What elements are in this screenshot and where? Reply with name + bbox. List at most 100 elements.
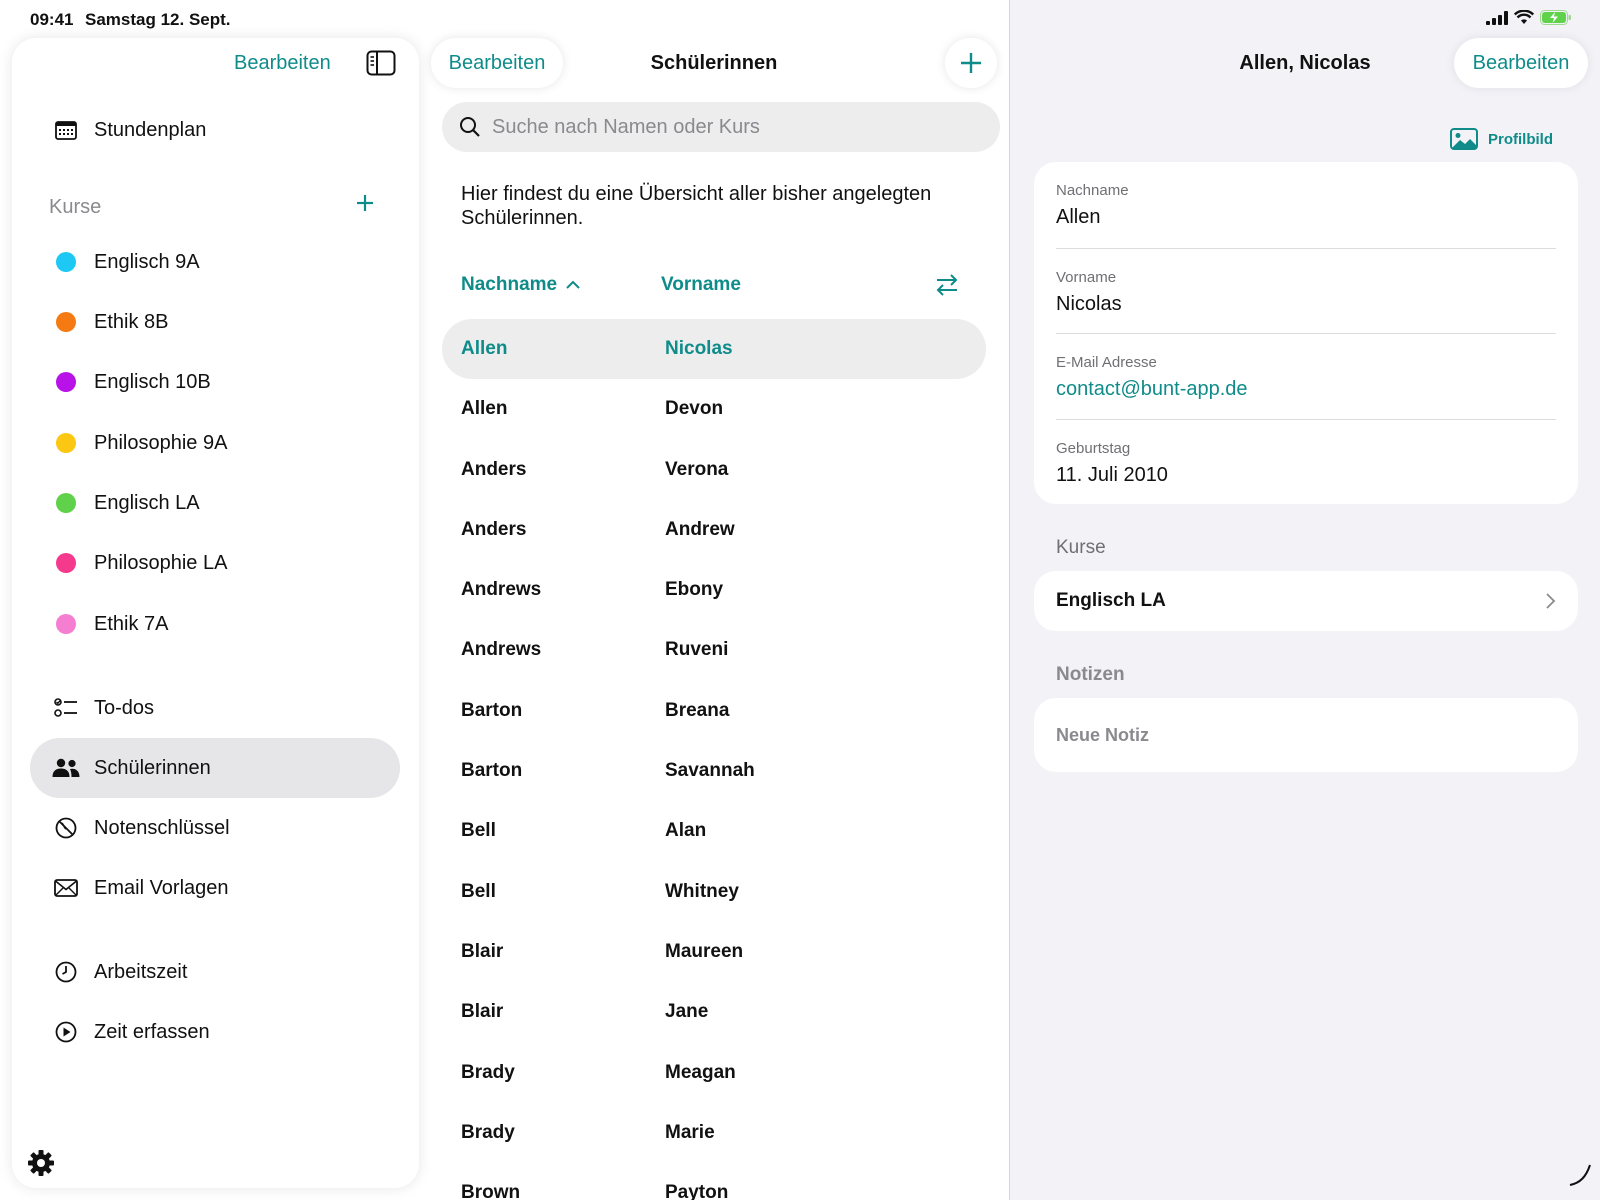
sidebar-item-notenschluessel[interactable]: Notenschlüssel — [30, 798, 400, 858]
table-row[interactable]: Blair Jane — [442, 982, 986, 1042]
course-label: Englisch 9A — [94, 250, 200, 273]
course-color-dot — [56, 553, 76, 573]
table-row[interactable]: Bell Whitney — [442, 862, 986, 922]
course-color-dot — [56, 252, 76, 272]
search-icon — [460, 117, 480, 137]
plus-icon — [961, 53, 981, 73]
sidebar-item-email-vorlagen[interactable]: Email Vorlagen — [30, 858, 400, 918]
table-row[interactable]: Bell Alan — [442, 801, 986, 861]
cell-firstname: Devon — [665, 398, 724, 420]
table-row[interactable]: Allen Nicolas — [442, 319, 986, 380]
cell-lastname: Andrews — [461, 579, 542, 601]
sidebar-edit-button[interactable]: Bearbeiten — [234, 52, 331, 75]
sidebar-course-philosophie-la[interactable]: Philosophie LA — [30, 533, 400, 593]
status-icons — [1486, 10, 1572, 25]
search-input[interactable] — [492, 115, 972, 139]
firstname-field[interactable]: Vorname Nicolas — [1056, 247, 1556, 334]
sidebar-course-philosophie-9a[interactable]: Philosophie 9A — [30, 413, 400, 473]
detail-notes-card: Neue Notiz — [1034, 698, 1578, 772]
course-color-dot — [56, 372, 76, 392]
new-note-button[interactable]: Neue Notiz — [1034, 698, 1578, 772]
student-info-card: Nachname Allen Vorname Nicolas E-Mail Ad… — [1034, 162, 1578, 504]
cell-firstname: Payton — [665, 1182, 729, 1200]
table-row[interactable]: Barton Savannah — [442, 741, 986, 801]
table-row[interactable]: Brady Meagan — [442, 1043, 986, 1103]
course-label: Ethik 7A — [94, 612, 169, 635]
email-field[interactable]: E-Mail Adresse contact@bunt-app.de — [1056, 333, 1556, 419]
sidebar-item-label: Notenschlüssel — [94, 816, 230, 839]
cell-firstname: Alan — [665, 820, 707, 842]
cell-firstname: Savannah — [665, 760, 755, 782]
chevron-right-icon — [1546, 593, 1556, 609]
birthday-field[interactable]: Geburtstag 11. Juli 2010 — [1056, 418, 1556, 505]
sidebar-course-englisch-10b[interactable]: Englisch 10B — [30, 352, 400, 412]
gear-icon[interactable] — [26, 1148, 56, 1178]
envelope-icon — [50, 879, 82, 897]
status-time: 09:41 — [30, 10, 74, 29]
profile-image-label: Profilbild — [1488, 130, 1553, 148]
table-row[interactable]: Allen Devon — [442, 379, 986, 439]
table-row[interactable]: Brady Marie — [442, 1103, 986, 1163]
profile-image-button[interactable]: Profilbild — [1450, 128, 1553, 150]
search-bar[interactable] — [442, 102, 1000, 152]
sidebar-item-zeit-erfassen[interactable]: Zeit erfassen — [30, 1002, 400, 1062]
sidebar-item-arbeitszeit[interactable]: Arbeitszeit — [30, 942, 400, 1002]
cell-firstname: Verona — [665, 458, 729, 480]
course-row-label: Englisch LA — [1056, 590, 1166, 611]
calendar-icon — [50, 120, 82, 140]
sidebar-item-schuelerinnen[interactable]: Schülerinnen — [30, 738, 400, 798]
cell-firstname: Maureen — [665, 940, 744, 962]
table-row[interactable]: Barton Breana — [442, 681, 986, 741]
column-header-firstname: Vorname — [661, 274, 741, 295]
course-color-dot — [56, 312, 76, 332]
resize-handle-icon — [1569, 1164, 1591, 1186]
students-table: Allen Nicolas Allen Devon Anders Verona … — [442, 319, 986, 1200]
sort-by-firstname-button[interactable]: Vorname — [661, 274, 741, 296]
course-label: Philosophie LA — [94, 551, 228, 574]
sidebar-course-ethik-7a[interactable]: Ethik 7A — [30, 594, 400, 654]
cell-lastname: Brady — [461, 1121, 515, 1143]
cell-firstname: Whitney — [665, 880, 739, 902]
students-edit-button[interactable]: Bearbeiten — [431, 38, 563, 88]
table-row[interactable]: Anders Andrew — [442, 500, 986, 560]
add-course-icon[interactable] — [350, 188, 380, 218]
cell-lastname: Bell — [461, 820, 496, 842]
cell-lastname: Anders — [461, 458, 527, 480]
status-date: Samstag 12. Sept. — [85, 10, 231, 29]
lastname-field[interactable]: Nachname Allen — [1056, 162, 1556, 248]
sidebar-course-ethik-8b[interactable]: Ethik 8B — [30, 292, 400, 352]
sidebar-item-label: Zeit erfassen — [94, 1020, 210, 1043]
sidebar-course-englisch-9a[interactable]: Englisch 9A — [30, 232, 400, 292]
sidebar-item-label: Email Vorlagen — [94, 876, 229, 899]
table-row[interactable]: Brown Payton — [442, 1163, 986, 1200]
sidebar: Bearbeiten Stundenplan Kurse Englisch 9A — [12, 38, 419, 1188]
cell-lastname: Blair — [461, 1001, 504, 1023]
table-row[interactable]: Andrews Ebony — [442, 560, 986, 620]
add-student-button[interactable] — [945, 38, 997, 88]
course-label: Englisch LA — [94, 491, 200, 514]
swap-sort-icon[interactable] — [934, 272, 960, 298]
sort-by-lastname-button[interactable]: Nachname — [461, 274, 581, 296]
table-row[interactable]: Andrews Ruveni — [442, 620, 986, 680]
cell-lastname: Brown — [461, 1182, 521, 1200]
detail-edit-button[interactable]: Bearbeiten — [1454, 38, 1588, 88]
cell-firstname: Jane — [665, 1001, 709, 1023]
email-link[interactable]: contact@bunt-app.de — [1056, 378, 1248, 401]
cell-lastname: Bell — [461, 880, 496, 902]
photo-icon — [1450, 128, 1478, 150]
column-header-lastname: Nachname — [461, 274, 558, 295]
cell-lastname: Blair — [461, 940, 504, 962]
table-row[interactable]: Blair Maureen — [442, 922, 986, 982]
sidebar-toggle-icon[interactable] — [366, 50, 396, 76]
table-row[interactable]: Anders Verona — [442, 440, 986, 500]
sidebar-course-englisch-la[interactable]: Englisch LA — [30, 473, 400, 533]
students-intro-text: Hier findest du eine Übersicht aller bis… — [461, 183, 932, 229]
course-row-englisch-la[interactable]: Englisch LA — [1034, 571, 1578, 631]
sidebar-item-stundenplan[interactable]: Stundenplan — [30, 100, 400, 160]
course-color-dot — [56, 614, 76, 634]
course-label: Philosophie 9A — [94, 431, 228, 454]
detail-courses-card: Englisch LA — [1034, 571, 1578, 631]
field-value: Allen — [1056, 206, 1101, 228]
cell-lastname: Brady — [461, 1061, 515, 1083]
sidebar-item-todos[interactable]: To-dos — [30, 678, 400, 738]
